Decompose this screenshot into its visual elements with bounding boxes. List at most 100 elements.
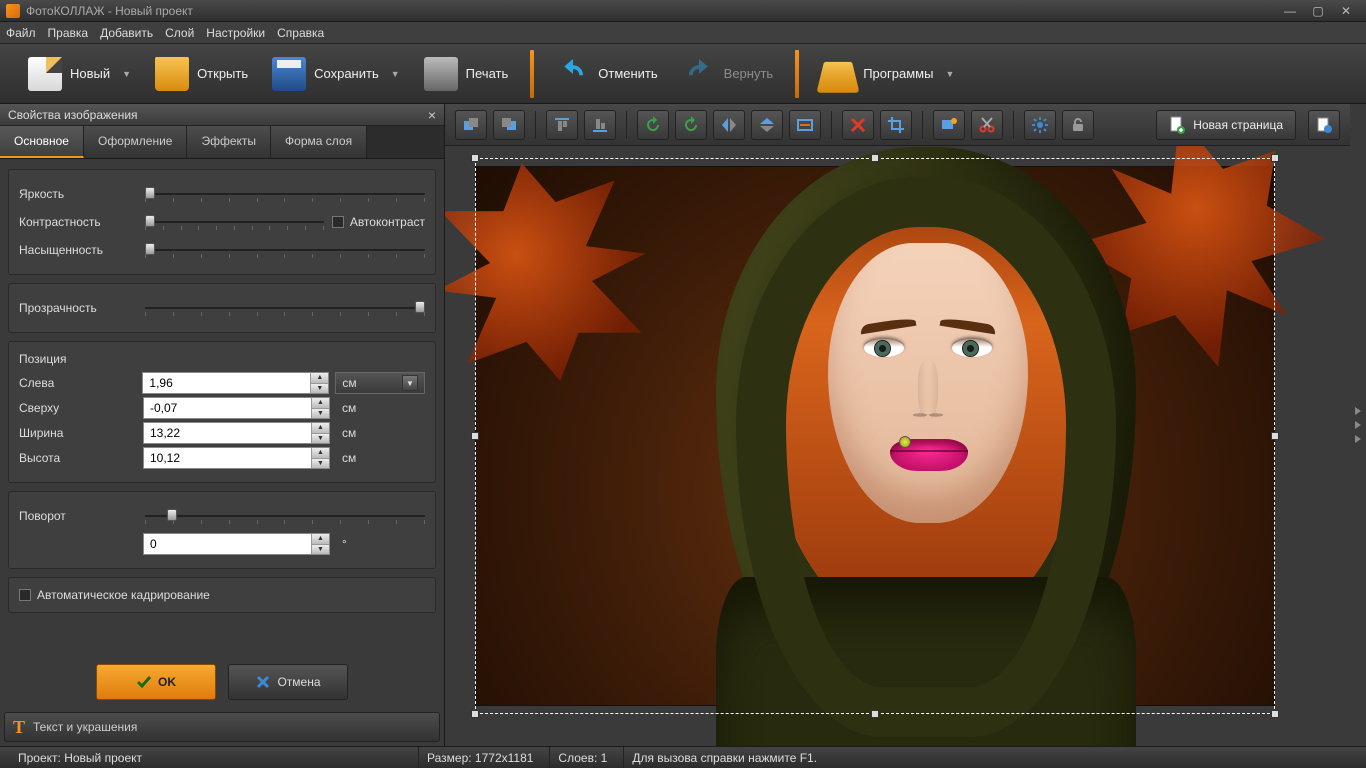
unit-label: см xyxy=(336,401,362,415)
top-label: Сверху xyxy=(19,401,137,415)
new-button[interactable]: Новый ▼ xyxy=(18,50,141,98)
status-project: Новый проект xyxy=(64,751,142,765)
unit-select[interactable]: см▼ xyxy=(335,372,425,394)
check-icon xyxy=(136,674,152,690)
redo-button[interactable]: Вернуть xyxy=(672,50,784,98)
menu-edit[interactable]: Правка xyxy=(48,26,89,40)
cancel-button[interactable]: Отмена xyxy=(228,664,348,700)
send-back-button[interactable] xyxy=(493,110,525,140)
flip-h-button[interactable] xyxy=(713,110,745,140)
settings-button[interactable] xyxy=(1024,110,1056,140)
panel-close-icon[interactable]: × xyxy=(428,107,436,123)
toolbar-separator xyxy=(795,50,799,98)
contrast-label: Контрастность xyxy=(19,215,137,229)
programs-button[interactable]: Программы ▼ xyxy=(811,50,964,98)
crop-button[interactable] xyxy=(880,110,912,140)
menu-layer[interactable]: Слой xyxy=(165,26,194,40)
width-input[interactable]: ▲▼ xyxy=(143,422,330,444)
opacity-slider[interactable] xyxy=(145,300,425,316)
app-icon xyxy=(6,4,20,18)
autocontrast-label: Автоконтраст xyxy=(350,215,425,229)
resize-handle[interactable] xyxy=(1271,154,1279,162)
undo-button[interactable]: Отменить xyxy=(546,50,667,98)
menu-add[interactable]: Добавить xyxy=(100,26,153,40)
left-input[interactable]: ▲▼ xyxy=(142,372,329,394)
unit-label: см xyxy=(336,426,362,440)
align-top-button[interactable] xyxy=(546,110,578,140)
menu-file[interactable]: Файл xyxy=(6,26,36,40)
delete-button[interactable] xyxy=(842,110,874,140)
opacity-group: Прозрачность xyxy=(8,283,436,333)
leaf-decor xyxy=(445,146,669,400)
autocrop-group: Автоматическое кадрирование xyxy=(8,577,436,613)
panel-header: Свойства изображения × xyxy=(0,104,444,126)
lock-button[interactable] xyxy=(1062,110,1094,140)
close-button[interactable]: ✕ xyxy=(1332,4,1360,18)
contrast-slider[interactable] xyxy=(145,214,324,230)
portrait-image[interactable] xyxy=(676,147,1176,746)
status-help: Для вызова справки нажмите F1. xyxy=(632,751,817,765)
rotate-left-button[interactable] xyxy=(637,110,669,140)
text-decorations-tab[interactable]: T Текст и украшения xyxy=(4,712,440,742)
autocontrast-checkbox[interactable]: Автоконтраст xyxy=(332,215,425,229)
open-icon xyxy=(155,57,189,91)
resize-handle[interactable] xyxy=(1271,432,1279,440)
box-icon xyxy=(817,61,860,92)
rotate-handle[interactable] xyxy=(899,436,911,448)
cut-button[interactable] xyxy=(971,110,1003,140)
new-label: Новый xyxy=(70,66,110,81)
replace-button[interactable] xyxy=(933,110,965,140)
status-size: 1772x1181 xyxy=(475,751,534,765)
status-project-label: Проект: xyxy=(18,751,61,765)
panel-tabs: Основное Оформление Эффекты Форма слоя xyxy=(0,126,444,159)
save-button[interactable]: Сохранить ▼ xyxy=(262,50,410,98)
rotation-group: Поворот ▲▼ ° xyxy=(8,491,436,569)
autocrop-checkbox[interactable]: Автоматическое кадрирование xyxy=(19,588,425,602)
fit-button[interactable] xyxy=(789,110,821,140)
tab-shape[interactable]: Форма слоя xyxy=(271,126,367,158)
open-label: Открыть xyxy=(197,66,248,81)
programs-label: Программы xyxy=(863,66,933,81)
page-plus-icon xyxy=(1169,116,1185,134)
canvas[interactable] xyxy=(475,166,1275,706)
resize-handle[interactable] xyxy=(871,710,879,718)
bring-front-button[interactable] xyxy=(455,110,487,140)
panel-title: Свойства изображения xyxy=(8,108,138,122)
tab-effects[interactable]: Эффекты xyxy=(187,126,271,158)
right-strip[interactable] xyxy=(1350,104,1366,746)
flip-v-button[interactable] xyxy=(751,110,783,140)
minimize-button[interactable]: — xyxy=(1276,4,1304,18)
resize-handle[interactable] xyxy=(471,710,479,718)
height-input[interactable]: ▲▼ xyxy=(143,447,330,469)
redo-label: Вернуть xyxy=(724,66,774,81)
window-title: ФотоКОЛЛАЖ - Новый проект xyxy=(26,4,193,18)
new-page-button[interactable]: Новая страница xyxy=(1156,110,1296,140)
resize-handle[interactable] xyxy=(471,154,479,162)
resize-handle[interactable] xyxy=(871,154,879,162)
menu-help[interactable]: Справка xyxy=(277,26,324,40)
rotation-input[interactable]: ▲▼ xyxy=(143,533,330,555)
menu-settings[interactable]: Настройки xyxy=(206,26,265,40)
degree-label: ° xyxy=(336,537,353,551)
ok-button[interactable]: OK xyxy=(96,664,216,700)
autocrop-label: Автоматическое кадрирование xyxy=(37,588,210,602)
undo-label: Отменить xyxy=(598,66,657,81)
main-toolbar: Новый ▼ Открыть Сохранить ▼ Печать Отмен… xyxy=(0,44,1366,104)
rotate-right-button[interactable] xyxy=(675,110,707,140)
resize-handle[interactable] xyxy=(471,432,479,440)
maximize-button[interactable]: ▢ xyxy=(1304,4,1332,18)
tab-main[interactable]: Основное xyxy=(0,126,84,158)
tab-design[interactable]: Оформление xyxy=(84,126,187,158)
new-icon xyxy=(28,57,62,91)
resize-handle[interactable] xyxy=(1271,710,1279,718)
print-button[interactable]: Печать xyxy=(414,50,519,98)
saturation-slider[interactable] xyxy=(145,242,425,258)
brightness-slider[interactable] xyxy=(145,186,425,202)
top-input[interactable]: ▲▼ xyxy=(143,397,330,419)
page-settings-button[interactable] xyxy=(1308,110,1340,140)
canvas-area[interactable] xyxy=(445,146,1350,746)
text-decorations-label: Текст и украшения xyxy=(33,720,137,734)
align-bottom-button[interactable] xyxy=(584,110,616,140)
rotation-slider[interactable] xyxy=(145,508,425,524)
open-button[interactable]: Открыть xyxy=(145,50,258,98)
